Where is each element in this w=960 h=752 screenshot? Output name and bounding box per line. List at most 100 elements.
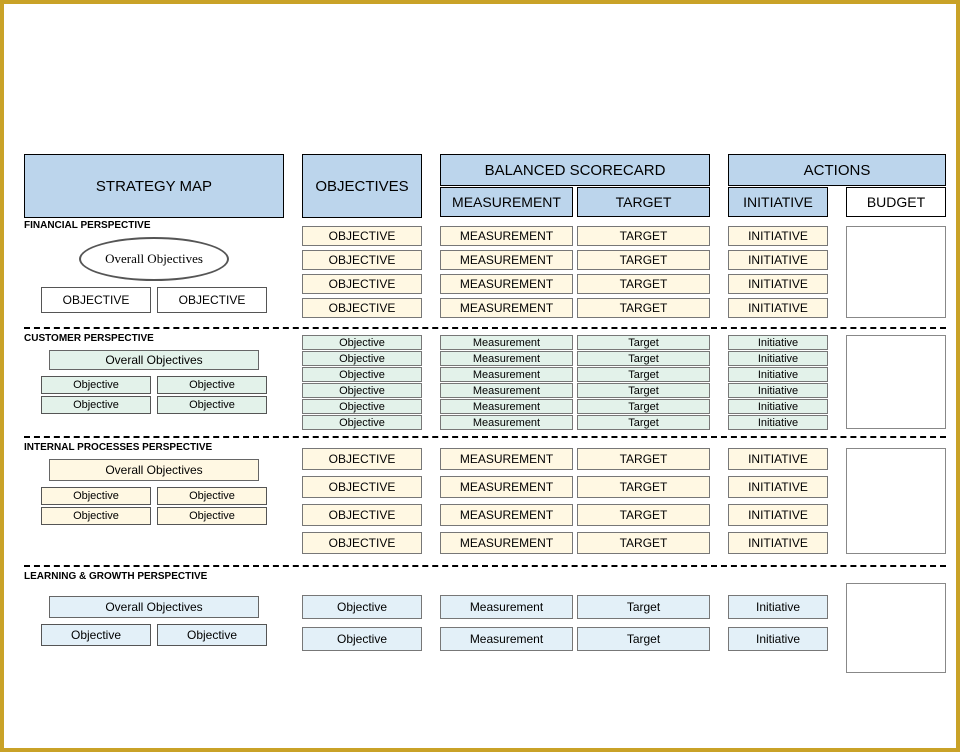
initiative-pill: INITIATIVE — [728, 504, 828, 526]
measurement-pill: MEASUREMENT — [440, 298, 573, 318]
measurement-pill: MEASUREMENT — [440, 274, 573, 294]
target-pill: Target — [577, 399, 710, 414]
customer-budget-col — [846, 331, 946, 431]
objective-pill: Objective — [302, 627, 422, 651]
separator — [24, 565, 946, 567]
target-pill: TARGET — [577, 298, 710, 318]
financial-budget-col — [846, 218, 946, 322]
target-pill: Target — [577, 367, 710, 382]
target-pill: TARGET — [577, 532, 710, 554]
target-pill: Target — [577, 415, 710, 430]
internal-scorecard-col: MEASUREMENTTARGET MEASUREMENTTARGET MEAS… — [440, 440, 710, 560]
internal-strategy-col: INTERNAL PROCESSES PERSPECTIVE Overall O… — [24, 440, 284, 560]
target-pill: Target — [577, 383, 710, 398]
objective-pill: Objective — [302, 367, 422, 382]
customer-objectives-col: Objective Objective Objective Objective … — [302, 331, 422, 431]
measurement-pill: MEASUREMENT — [440, 250, 573, 270]
objective-pill: Objective — [302, 335, 422, 350]
internal-objective-box: Objective — [41, 487, 151, 505]
header-actions: ACTIONS — [728, 154, 946, 186]
customer-objective-box: Objective — [157, 376, 267, 394]
target-pill: Target — [577, 627, 710, 651]
learning-budget-col — [846, 569, 946, 673]
financial-initiative-col: INITIATIVE INITIATIVE INITIATIVE INITIAT… — [728, 218, 828, 322]
initiative-pill: INITIATIVE — [728, 448, 828, 470]
learning-initiative-col: Initiative Initiative — [728, 569, 828, 673]
internal-label: INTERNAL PROCESSES PERSPECTIVE — [24, 440, 284, 457]
learning-objective-box: Objective — [157, 624, 267, 646]
customer-initiative-col: Initiative Initiative Initiative Initiat… — [728, 331, 828, 431]
internal-objective-box: Objective — [157, 507, 267, 525]
target-pill: TARGET — [577, 504, 710, 526]
internal-objective-box: Objective — [157, 487, 267, 505]
scorecard-grid: STRATEGY MAP OBJECTIVES BALANCED SCORECA… — [24, 154, 936, 673]
objective-pill: Objective — [302, 351, 422, 366]
financial-strategy-col: FINANCIAL PERSPECTIVE Overall Objectives… — [24, 218, 284, 322]
target-pill: TARGET — [577, 448, 710, 470]
learning-scorecard-col: MeasurementTarget MeasurementTarget — [440, 569, 710, 673]
initiative-pill: INITIATIVE — [728, 226, 828, 246]
objective-pill: OBJECTIVE — [302, 504, 422, 526]
objective-pill: OBJECTIVE — [302, 448, 422, 470]
target-pill: TARGET — [577, 250, 710, 270]
separator — [24, 436, 946, 438]
learning-overall: Overall Objectives — [49, 596, 259, 618]
budget-box — [846, 335, 946, 429]
header-measurement: MEASUREMENT — [440, 187, 573, 217]
budget-box — [846, 226, 946, 318]
objective-pill: OBJECTIVE — [302, 226, 422, 246]
internal-initiative-col: INITIATIVE INITIATIVE INITIATIVE INITIAT… — [728, 440, 828, 560]
objective-pill: Objective — [302, 383, 422, 398]
objective-pill: OBJECTIVE — [302, 298, 422, 318]
measurement-pill: Measurement — [440, 335, 573, 350]
learning-strategy-col: LEARNING & GROWTH PERSPECTIVE Overall Ob… — [24, 569, 284, 673]
header-scorecard: BALANCED SCORECARD — [440, 154, 710, 186]
initiative-pill: INITIATIVE — [728, 532, 828, 554]
internal-budget-col — [846, 440, 946, 560]
financial-objectives-col: OBJECTIVE OBJECTIVE OBJECTIVE OBJECTIVE — [302, 218, 422, 322]
customer-overall: Overall Objectives — [49, 350, 259, 370]
target-pill: Target — [577, 351, 710, 366]
separator — [24, 327, 946, 329]
initiative-pill: Initiative — [728, 399, 828, 414]
learning-label: LEARNING & GROWTH PERSPECTIVE — [24, 569, 284, 586]
budget-box — [846, 448, 946, 554]
customer-label: CUSTOMER PERSPECTIVE — [24, 331, 284, 348]
measurement-pill: Measurement — [440, 351, 573, 366]
measurement-pill: MEASUREMENT — [440, 448, 573, 470]
customer-strategy-col: CUSTOMER PERSPECTIVE Overall Objectives … — [24, 331, 284, 431]
objective-pill: Objective — [302, 595, 422, 619]
financial-scorecard-col: MEASUREMENTTARGET MEASUREMENTTARGET MEAS… — [440, 218, 710, 322]
initiative-pill: Initiative — [728, 595, 828, 619]
header-objectives: OBJECTIVES — [302, 154, 422, 218]
initiative-pill: Initiative — [728, 367, 828, 382]
measurement-pill: Measurement — [440, 367, 573, 382]
financial-objective-box: OBJECTIVE — [157, 287, 267, 313]
header-initiative: INITIATIVE — [728, 187, 828, 217]
internal-objective-box: Objective — [41, 507, 151, 525]
measurement-pill: MEASUREMENT — [440, 532, 573, 554]
objective-pill: Objective — [302, 415, 422, 430]
initiative-pill: INITIATIVE — [728, 476, 828, 498]
learning-objectives-col: Objective Objective — [302, 569, 422, 673]
internal-overall: Overall Objectives — [49, 459, 259, 481]
target-pill: Target — [577, 335, 710, 350]
initiative-pill: Initiative — [728, 351, 828, 366]
financial-label: FINANCIAL PERSPECTIVE — [24, 218, 284, 235]
initiative-pill: INITIATIVE — [728, 298, 828, 318]
measurement-pill: MEASUREMENT — [440, 226, 573, 246]
objective-pill: OBJECTIVE — [302, 250, 422, 270]
objective-pill: OBJECTIVE — [302, 274, 422, 294]
measurement-pill: Measurement — [440, 415, 573, 430]
measurement-pill: MEASUREMENT — [440, 476, 573, 498]
measurement-pill: Measurement — [440, 399, 573, 414]
header-strategy-map: STRATEGY MAP — [24, 154, 284, 218]
initiative-pill: Initiative — [728, 383, 828, 398]
target-pill: TARGET — [577, 274, 710, 294]
budget-box — [846, 583, 946, 673]
scorecard-page: STRATEGY MAP OBJECTIVES BALANCED SCORECA… — [4, 4, 956, 748]
measurement-pill: Measurement — [440, 627, 573, 651]
learning-objective-box: Objective — [41, 624, 151, 646]
objective-pill: Objective — [302, 399, 422, 414]
customer-scorecard-col: Measurement Target Measurement Target Meas… — [440, 331, 710, 431]
